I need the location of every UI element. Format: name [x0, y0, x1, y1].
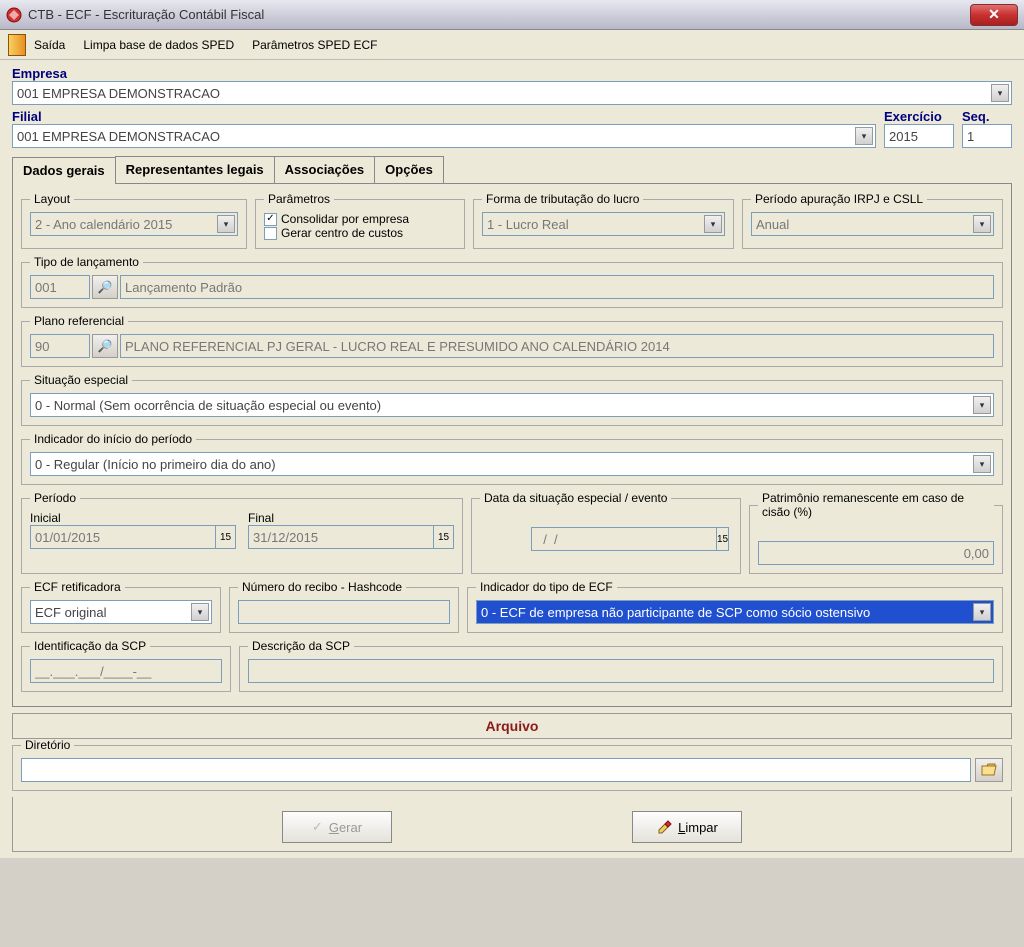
- tipo-lanc-legend: Tipo de lançamento: [30, 255, 143, 269]
- periodo-apur-legend: Período apuração IRPJ e CSLL: [751, 192, 927, 206]
- tab-panel-dados: Layout 2 - Ano calendário 2015 Parâmetro…: [12, 184, 1012, 707]
- consolidar-checkbox[interactable]: ✓: [264, 213, 277, 226]
- eraser-icon: [656, 818, 672, 837]
- plano-ref-legend: Plano referencial: [30, 314, 128, 328]
- id-scp-input[interactable]: [30, 659, 222, 683]
- data-situacao-legend: Data da situação especial / evento: [480, 491, 671, 505]
- periodo-final-input[interactable]: [248, 525, 434, 549]
- data-situacao-input[interactable]: [531, 527, 717, 551]
- tab-associacoes[interactable]: Associações: [274, 156, 376, 183]
- indicador-tipo-legend: Indicador do tipo de ECF: [476, 580, 617, 594]
- situacao-value: 0 - Normal (Sem ocorrência de situação e…: [35, 398, 381, 413]
- button-bar: ✓ Gerar Limpar: [12, 797, 1012, 852]
- tab-strip: Dados gerais Representantes legais Assoc…: [12, 156, 1012, 184]
- binoculars-icon: 🔎: [98, 280, 113, 294]
- arquivo-section-title: Arquivo: [12, 713, 1012, 739]
- periodo-apur-select[interactable]: Anual: [751, 212, 994, 236]
- forma-trib-value: 1 - Lucro Real: [487, 217, 569, 232]
- periodo-final-label: Final: [248, 511, 454, 525]
- empresa-label: Empresa: [12, 66, 1012, 81]
- tipo-lanc-desc: [120, 275, 994, 299]
- limpar-button[interactable]: Limpar: [632, 811, 742, 843]
- calendar-icon: 15: [220, 532, 231, 543]
- ecf-retif-select[interactable]: ECF original: [30, 600, 212, 624]
- plano-ref-code[interactable]: [30, 334, 90, 358]
- binoculars-icon: 🔎: [98, 339, 113, 353]
- close-icon: ✕: [988, 6, 1000, 23]
- indicador-inicio-legend: Indicador do início do período: [30, 432, 196, 446]
- periodo-inicial-input[interactable]: [30, 525, 216, 549]
- filial-label: Filial: [12, 109, 876, 124]
- seq-label: Seq.: [962, 109, 1012, 124]
- exercicio-input[interactable]: [884, 124, 954, 148]
- desc-scp-input[interactable]: [248, 659, 994, 683]
- ecf-retif-legend: ECF retificadora: [30, 580, 125, 594]
- titlebar: CTB - ECF - Escrituração Contábil Fiscal…: [0, 0, 1024, 30]
- indicador-inicio-select[interactable]: 0 - Regular (Início no primeiro dia do a…: [30, 452, 994, 476]
- app-icon: [6, 7, 22, 23]
- numero-recibo-input[interactable]: [238, 600, 450, 624]
- ecf-retif-value: ECF original: [35, 605, 107, 620]
- tab-representantes[interactable]: Representantes legais: [115, 156, 275, 183]
- numero-recibo-legend: Número do recibo - Hashcode: [238, 580, 406, 594]
- checkmark-icon: ✓: [312, 819, 323, 835]
- exercicio-label: Exercício: [884, 109, 954, 124]
- gerar-button[interactable]: ✓ Gerar: [282, 811, 392, 843]
- periodo-inicial-calendar-button[interactable]: 15: [216, 525, 236, 549]
- indicador-tipo-select[interactable]: 0 - ECF de empresa não participante de S…: [476, 600, 994, 624]
- tipo-lanc-lookup-button[interactable]: 🔎: [92, 275, 118, 299]
- menubar: Saída Limpa base de dados SPED Parâmetro…: [0, 30, 1024, 60]
- indicador-inicio-value: 0 - Regular (Início no primeiro dia do a…: [35, 457, 276, 472]
- desc-scp-legend: Descrição da SCP: [248, 639, 354, 653]
- menu-exit[interactable]: Saída: [34, 38, 65, 52]
- plano-ref-desc: [120, 334, 994, 358]
- forma-trib-select[interactable]: 1 - Lucro Real: [482, 212, 725, 236]
- periodo-apur-value: Anual: [756, 217, 789, 232]
- content-area: Empresa 001 EMPRESA DEMONSTRACAO Filial …: [0, 60, 1024, 858]
- close-button[interactable]: ✕: [970, 4, 1018, 26]
- patrimonio-legend: Patrimônio remanescente em caso de cisão…: [758, 491, 994, 519]
- limpar-label-rest: impar: [685, 820, 718, 835]
- tipo-lanc-code[interactable]: [30, 275, 90, 299]
- layout-legend: Layout: [30, 192, 74, 206]
- diretorio-input[interactable]: [21, 758, 971, 782]
- layout-select[interactable]: 2 - Ano calendário 2015: [30, 212, 238, 236]
- menu-params-sped[interactable]: Parâmetros SPED ECF: [252, 38, 377, 52]
- filial-select[interactable]: 001 EMPRESA DEMONSTRACAO: [12, 124, 876, 148]
- plano-ref-lookup-button[interactable]: 🔎: [92, 334, 118, 358]
- situacao-legend: Situação especial: [30, 373, 132, 387]
- menu-clear-sped[interactable]: Limpa base de dados SPED: [83, 38, 234, 52]
- empresa-value: 001 EMPRESA DEMONSTRACAO: [17, 86, 220, 101]
- periodo-final-calendar-button[interactable]: 15: [434, 525, 454, 549]
- window-title: CTB - ECF - Escrituração Contábil Fiscal: [28, 7, 264, 22]
- seq-input[interactable]: [962, 124, 1012, 148]
- gerar-centro-label: Gerar centro de custos: [281, 226, 403, 240]
- tab-opcoes[interactable]: Opções: [374, 156, 444, 183]
- patrimonio-input[interactable]: [758, 541, 994, 565]
- diretorio-browse-button[interactable]: [975, 758, 1003, 782]
- params-legend: Parâmetros: [264, 192, 334, 206]
- calendar-icon: 15: [717, 534, 728, 545]
- gerar-label-rest: erar: [339, 820, 362, 835]
- data-situacao-calendar-button[interactable]: 15: [717, 527, 729, 551]
- situacao-select[interactable]: 0 - Normal (Sem ocorrência de situação e…: [30, 393, 994, 417]
- id-scp-legend: Identificação da SCP: [30, 639, 150, 653]
- indicador-tipo-value: 0 - ECF de empresa não participante de S…: [481, 605, 870, 620]
- tab-dados-gerais[interactable]: Dados gerais: [12, 157, 116, 184]
- gerar-centro-checkbox[interactable]: [264, 227, 277, 240]
- filial-value: 001 EMPRESA DEMONSTRACAO: [17, 129, 220, 144]
- layout-value: 2 - Ano calendário 2015: [35, 217, 172, 232]
- folder-open-icon: [981, 763, 997, 777]
- periodo-inicial-label: Inicial: [30, 511, 236, 525]
- forma-trib-legend: Forma de tributação do lucro: [482, 192, 643, 206]
- diretorio-legend: Diretório: [21, 738, 74, 752]
- consolidar-label: Consolidar por empresa: [281, 212, 409, 226]
- empresa-select[interactable]: 001 EMPRESA DEMONSTRACAO: [12, 81, 1012, 105]
- exit-icon[interactable]: [8, 34, 26, 56]
- periodo-legend: Período: [30, 491, 80, 505]
- calendar-icon: 15: [438, 532, 449, 543]
